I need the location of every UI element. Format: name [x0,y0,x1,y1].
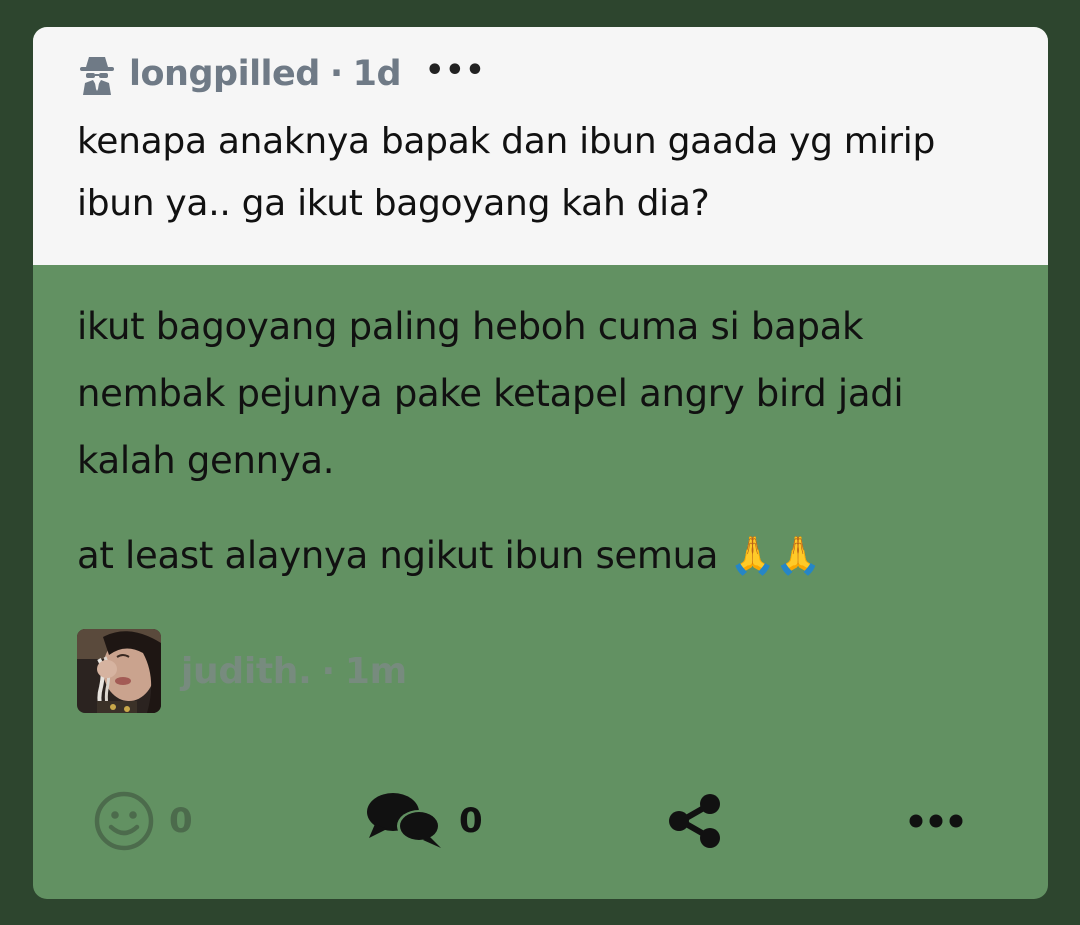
post-author[interactable]: longpilled [129,54,320,94]
share-icon [665,791,725,851]
react-button[interactable]: 0 [93,789,193,853]
comments-button[interactable]: 0 [365,789,483,853]
more-button[interactable] [908,789,964,853]
smiley-icon [93,790,155,852]
meta-separator: · [329,54,343,94]
meta-separator: · [321,650,336,692]
post-age: 1d [352,54,402,94]
action-bar: 0 0 [93,789,973,853]
post-more-button[interactable]: ••• [425,53,486,88]
reaction-count: 0 [169,801,193,841]
share-button[interactable] [665,789,725,853]
reply-age: 1m [344,650,407,692]
reply-paragraph: at least alaynya ngikut ibun semua 🙏🙏 [77,534,822,577]
quoted-post[interactable]: longpilled · 1d ••• kenapa anaknya bapak… [33,27,1048,265]
quoted-post-text: kenapa anaknya bapak dan ibun gaada yg m… [77,121,936,224]
reply-author-name[interactable]: judith. [181,651,312,692]
comment-count: 0 [459,801,483,841]
avatar[interactable] [77,629,161,713]
quoted-post-meta: longpilled · 1d ••• [77,51,1008,97]
reply-body: ikut bagoyang paling heboh cuma si bapak… [33,265,1048,713]
reply-author-row[interactable]: judith. · 1m [77,629,1004,713]
incognito-icon [77,53,117,95]
comments-icon [365,790,445,852]
more-icon [908,811,964,831]
reply-paragraph: ikut bagoyang paling heboh cuma si bapak… [77,305,904,482]
reply-card: longpilled · 1d ••• kenapa anaknya bapak… [33,27,1048,899]
